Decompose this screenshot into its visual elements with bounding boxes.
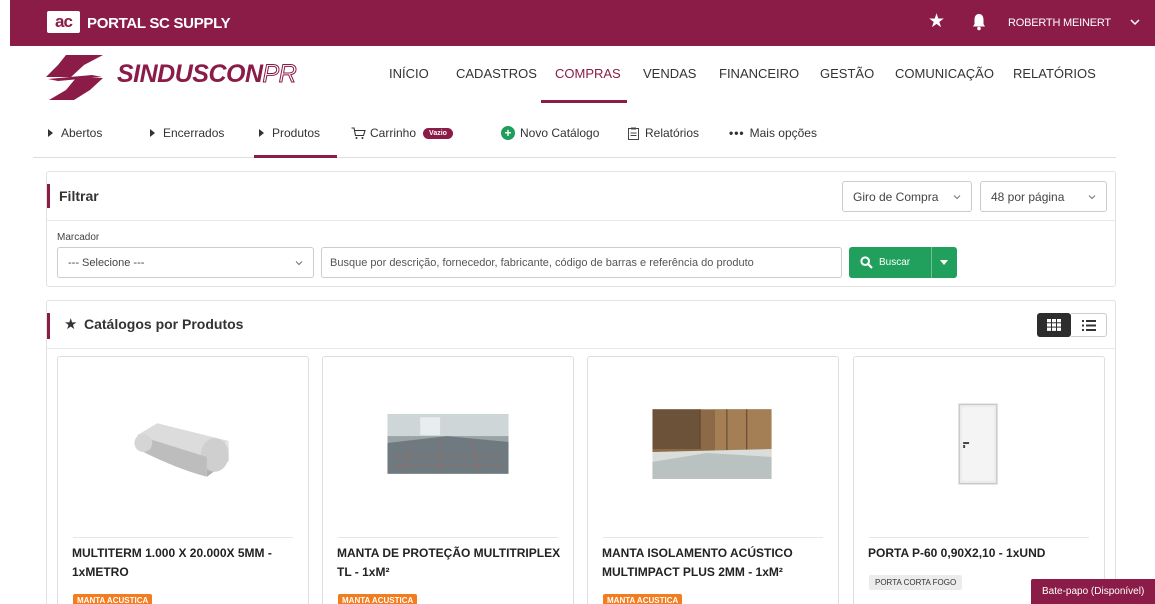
portal-logo[interactable]: ac: [47, 11, 80, 33]
product-title[interactable]: PORTA P-60 0,90X2,10 - 1xUND: [868, 544, 1093, 563]
subnav-relatorios-label: Relatórios: [645, 126, 700, 140]
nav-item-gestao[interactable]: GESTÃO: [820, 66, 874, 81]
subnav-novo-catalogo-label: Novo Catálogo: [520, 126, 600, 140]
subnav-carrinho-label: Carrinho: [370, 126, 417, 140]
marcador-select-value: --- Selecione ---: [68, 256, 145, 269]
subnav-novo-catalogo[interactable]: + Novo Catálogo: [501, 126, 599, 140]
subnav-abertos[interactable]: Abertos: [48, 126, 102, 140]
grid-icon: [1047, 319, 1061, 331]
subnav-divider: [33, 157, 1116, 158]
card-divider: [73, 537, 293, 538]
marcador-label: Marcador: [57, 232, 100, 243]
cart-empty-badge: Vazio: [423, 127, 453, 139]
acoustic-floor-image[interactable]: [588, 357, 838, 537]
catalog-header-divider: [47, 348, 1115, 349]
foam-roll-image[interactable]: [58, 357, 308, 537]
filter-header-divider: [47, 220, 1115, 221]
chevron-down-icon: [1088, 194, 1096, 199]
subnav-encerrados[interactable]: Encerrados: [150, 126, 224, 140]
user-menu-name[interactable]: ROBERTH MEINERT: [1008, 17, 1111, 29]
product-tag-badge: MANTA ACUSTICA: [338, 594, 418, 604]
subnav-mais-opcoes-label: Mais opções: [749, 126, 817, 140]
card-divider: [869, 537, 1089, 538]
product-tag-badge: PORTA CORTA FOGO: [869, 575, 963, 590]
product-card[interactable]: MANTA DE PROTEÇÃO MULTITRIPLEX TL - 1xM²…: [322, 356, 574, 604]
per-page-select[interactable]: 48 por página: [980, 181, 1107, 212]
product-tag-badge: MANTA ACUSTICA: [73, 594, 153, 604]
brand-name-main: SINDUSCON: [117, 60, 263, 88]
list-view-button[interactable]: [1071, 313, 1107, 337]
nav-item-compras[interactable]: COMPRAS: [555, 66, 621, 81]
filter-accent-bar: [47, 184, 50, 208]
marcador-select[interactable]: --- Selecione ---: [57, 247, 314, 278]
button-divider: [931, 247, 932, 278]
clipboard-icon: [628, 127, 639, 140]
cart-icon: [351, 126, 366, 139]
search-button[interactable]: Buscar: [849, 247, 957, 278]
product-title[interactable]: MANTA DE PROTEÇÃO MULTITRIPLEX TL - 1xM²: [337, 544, 562, 582]
subnav-mais-opcoes[interactable]: ••• Mais opções: [729, 126, 817, 140]
floor-protection-image[interactable]: [323, 357, 573, 537]
chevron-down-icon: [953, 194, 961, 199]
subnav-abertos-label: Abertos: [61, 126, 103, 140]
more-dots-icon: •••: [729, 126, 745, 140]
subnav-encerrados-label: Encerrados: [163, 126, 225, 140]
catalog-accent-bar: [47, 313, 50, 339]
product-search-input[interactable]: [321, 247, 842, 278]
filter-panel: Filtrar Giro de Compra 48 por página Mar…: [46, 171, 1116, 287]
nav-item-vendas[interactable]: VENDAS: [643, 66, 696, 81]
card-divider: [338, 537, 558, 538]
caret-right-icon: [259, 129, 264, 137]
brand-name-suffix: PR: [262, 60, 297, 89]
plus-circle-icon: +: [501, 126, 515, 140]
product-card[interactable]: MULTITERM 1.000 X 20.000X 5MM - 1xMETRO …: [57, 356, 309, 604]
list-icon: [1082, 320, 1096, 331]
caret-right-icon: [150, 129, 155, 137]
nav-item-inicio[interactable]: INÍCIO: [389, 66, 429, 81]
filter-title: Filtrar: [59, 188, 99, 204]
subnav-produtos[interactable]: Produtos: [259, 126, 320, 140]
sort-select[interactable]: Giro de Compra: [842, 181, 972, 212]
search-icon: [860, 256, 873, 269]
subnav-active-indicator: [254, 155, 337, 158]
nav-item-financeiro[interactable]: FINANCEIRO: [719, 66, 799, 81]
product-title[interactable]: MULTITERM 1.000 X 20.000X 5MM - 1xMETRO: [72, 544, 297, 582]
nav-item-comunicacao[interactable]: COMUNICAÇÃO: [895, 66, 994, 81]
top-bar: ac PORTAL SC SUPPLY ★ ROBERTH MEINERT: [10, 0, 1155, 46]
fire-door-image[interactable]: [854, 357, 1104, 537]
nav-item-relatorios[interactable]: RELATÓRIOS: [1013, 66, 1096, 81]
sort-select-value: Giro de Compra: [853, 189, 939, 204]
nav-item-cadastros[interactable]: CADASTROS: [456, 66, 537, 81]
main-nav-active-indicator: [541, 100, 627, 103]
chat-widget-button[interactable]: Bate-papo (Disponível): [1031, 579, 1155, 604]
user-menu-chevron-down-icon[interactable]: [1130, 17, 1140, 27]
subnav-relatorios[interactable]: Relatórios: [628, 126, 699, 140]
portal-title[interactable]: PORTAL SC SUPPLY: [87, 15, 231, 32]
subnav-carrinho[interactable]: Carrinho Vazio: [351, 126, 453, 140]
catalog-title: Catálogos por Produtos: [84, 316, 244, 332]
caret-right-icon: [48, 129, 53, 137]
product-card[interactable]: PORTA P-60 0,90X2,10 - 1xUND PORTA CORTA…: [853, 356, 1105, 604]
subnav-produtos-label: Produtos: [272, 126, 321, 140]
card-divider: [603, 537, 823, 538]
product-card[interactable]: MANTA ISOLAMENTO ACÚSTICO MULTIMPACT PLU…: [587, 356, 839, 604]
sinduscon-logo-icon[interactable]: [46, 55, 103, 100]
search-button-label: Buscar: [879, 257, 911, 268]
brand-name[interactable]: SINDUSCONPR: [117, 60, 297, 89]
chevron-down-icon: [295, 260, 303, 265]
per-page-value: 48 por página: [991, 189, 1065, 204]
grid-view-button[interactable]: [1037, 313, 1071, 337]
product-title[interactable]: MANTA ISOLAMENTO ACÚSTICO MULTIMPACT PLU…: [602, 544, 827, 582]
favorites-star-icon[interactable]: ★: [928, 12, 945, 32]
star-icon: ★: [64, 316, 78, 333]
caret-down-icon[interactable]: [940, 260, 948, 265]
notifications-bell-icon[interactable]: [972, 13, 986, 31]
product-tag-badge: MANTA ACUSTICA: [603, 594, 683, 604]
